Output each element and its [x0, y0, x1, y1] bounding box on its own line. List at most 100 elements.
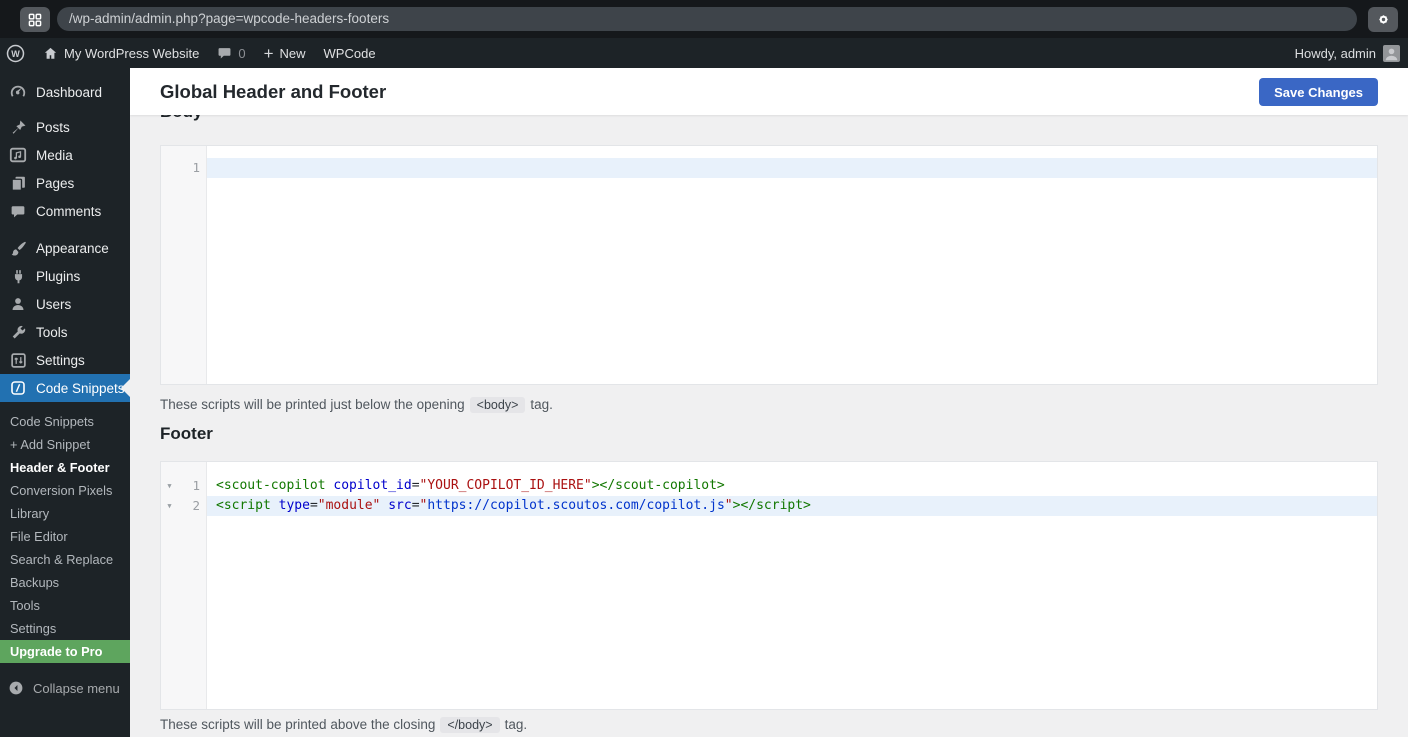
new-content-menu[interactable]: + New: [255, 38, 315, 68]
body-section-heading-clipped: Body: [160, 115, 203, 124]
wrench-icon: [0, 324, 36, 341]
avatar[interactable]: [1383, 45, 1400, 62]
settings-icon: [0, 352, 36, 369]
code-content[interactable]: <scout-copilot copilot_id="YOUR_COPILOT_…: [207, 476, 1377, 496]
sidebar-item-tools[interactable]: Tools: [0, 318, 130, 346]
wp-logo-menu[interactable]: W: [0, 38, 34, 68]
new-label: New: [280, 46, 306, 61]
site-name-label: My WordPress Website: [64, 46, 199, 61]
plus-icon: +: [264, 46, 274, 61]
sidebar-item-label: Tools: [36, 325, 68, 340]
footer-help-text: These scripts will be printed above the …: [160, 717, 527, 733]
body-help-text: These scripts will be printed just below…: [160, 397, 553, 413]
sidebar-item-pages[interactable]: Pages: [0, 169, 130, 197]
wordpress-admin-screen: /wp-admin/admin.php?page=wpcode-headers-…: [0, 0, 1408, 737]
body-close-tag-chip: </body>: [440, 717, 499, 733]
footer-section-heading: Footer: [160, 424, 213, 444]
subitem-code-snippets[interactable]: Code Snippets: [0, 410, 130, 433]
sidebar-item-label: Code Snippets: [36, 381, 125, 396]
sidebar-item-appearance[interactable]: Appearance: [0, 234, 130, 262]
pushpin-icon: [0, 119, 36, 136]
fold-gutter: [161, 158, 178, 178]
sidebar-item-label: Media: [36, 148, 73, 163]
sidebar-item-plugins[interactable]: Plugins: [0, 262, 130, 290]
subitem-backups[interactable]: Backups: [0, 571, 130, 594]
sidebar-item-label: Pages: [36, 176, 74, 191]
sidebar-item-label: Dashboard: [36, 85, 102, 100]
sidebar-item-comments[interactable]: Comments: [0, 197, 130, 225]
admin-sidebar: Dashboard Posts Media Pages Comments: [0, 68, 130, 737]
code-line[interactable]: ▼1<scout-copilot copilot_id="YOUR_COPILO…: [161, 476, 1377, 496]
footer-code-lines: ▼1<scout-copilot copilot_id="YOUR_COPILO…: [161, 462, 1377, 516]
subitem-header-footer[interactable]: Header & Footer: [0, 456, 130, 479]
sidebar-item-settings[interactable]: Settings: [0, 346, 130, 374]
code-content[interactable]: <script type="module" src="https://copil…: [207, 496, 1377, 516]
grid-icon: [27, 12, 43, 28]
line-number: 1: [178, 476, 207, 496]
collapse-menu-label: Collapse menu: [33, 681, 120, 696]
sidebar-item-label: Users: [36, 297, 71, 312]
fold-arrow-icon[interactable]: ▼: [161, 496, 178, 516]
sidebar-item-label: Posts: [36, 120, 70, 135]
sidebar-item-label: Comments: [36, 204, 101, 219]
browser-settings-button[interactable]: [1368, 7, 1398, 32]
sidebar-item-label: Plugins: [36, 269, 80, 284]
sidebar-item-media[interactable]: Media: [0, 141, 130, 169]
account-menu[interactable]: Howdy, admin: [1295, 38, 1400, 68]
subitem-file-editor[interactable]: File Editor: [0, 525, 130, 548]
howdy-label: Howdy, admin: [1295, 46, 1376, 61]
wpcode-icon: [0, 380, 36, 396]
wp-admin-bar: W My WordPress Website 0 + New WPCode Ho…: [0, 38, 1408, 68]
pages-icon: [0, 175, 36, 192]
plug-icon: [0, 268, 36, 285]
sidebar-item-label: Settings: [36, 353, 85, 368]
subitem-add-snippet[interactable]: + Add Snippet: [0, 433, 130, 456]
page-header: Global Header and Footer Save Changes: [130, 68, 1408, 115]
sidebar-item-code-snippets[interactable]: Code Snippets: [0, 374, 130, 402]
comments-menu[interactable]: 0: [208, 38, 254, 68]
main-content: Global Header and Footer Save Changes Bo…: [130, 68, 1408, 737]
browser-topbar: /wp-admin/admin.php?page=wpcode-headers-…: [0, 0, 1408, 38]
fold-arrow-icon[interactable]: ▼: [161, 476, 178, 496]
body-code-editor[interactable]: 1: [160, 145, 1378, 385]
address-bar[interactable]: /wp-admin/admin.php?page=wpcode-headers-…: [57, 7, 1357, 31]
page-title: Global Header and Footer: [160, 68, 386, 115]
svg-text:W: W: [11, 48, 20, 58]
sidebar-item-dashboard[interactable]: Dashboard: [0, 78, 130, 106]
wordpress-logo-icon: W: [6, 44, 25, 63]
site-name-menu[interactable]: My WordPress Website: [34, 38, 208, 68]
body-tag-chip: <body>: [470, 397, 526, 413]
media-icon: [0, 146, 36, 164]
subitem-search-replace[interactable]: Search & Replace: [0, 548, 130, 571]
line-number: 1: [178, 158, 207, 178]
comments-count: 0: [238, 46, 245, 61]
save-changes-button[interactable]: Save Changes: [1259, 78, 1378, 106]
user-icon: [0, 296, 36, 312]
dashboard-icon: [0, 83, 36, 101]
editor-gutter: [161, 146, 207, 384]
sidebar-item-label: Appearance: [36, 241, 109, 256]
subitem-upgrade-to-pro[interactable]: Upgrade to Pro: [0, 640, 130, 663]
subitem-library[interactable]: Library: [0, 502, 130, 525]
wpcode-adminbar-menu[interactable]: WPCode: [315, 38, 385, 68]
body-section-heading: Body: [160, 115, 203, 122]
subitem-conversion-pixels[interactable]: Conversion Pixels: [0, 479, 130, 502]
code-line[interactable]: ▼2<script type="module" src="https://cop…: [161, 496, 1377, 516]
gear-icon: [1376, 12, 1391, 27]
collapse-menu-button[interactable]: Collapse menu: [0, 676, 130, 700]
collapse-arrow-icon: [8, 680, 24, 696]
code-content[interactable]: [207, 158, 1377, 178]
brush-icon: [0, 240, 36, 257]
home-icon: [43, 46, 58, 61]
footer-code-editor[interactable]: ▼1<scout-copilot copilot_id="YOUR_COPILO…: [160, 461, 1378, 710]
sidebar-item-posts[interactable]: Posts: [0, 113, 130, 141]
comments-icon: [0, 204, 36, 219]
code-line[interactable]: 1: [161, 158, 1377, 178]
subitem-settings[interactable]: Settings: [0, 617, 130, 640]
line-number: 2: [178, 496, 207, 516]
sidebar-item-users[interactable]: Users: [0, 290, 130, 318]
subitem-tools[interactable]: Tools: [0, 594, 130, 617]
app-grid-button[interactable]: [20, 7, 50, 32]
wpcode-adminbar-label: WPCode: [324, 46, 376, 61]
comment-bubble-icon: [217, 46, 232, 60]
